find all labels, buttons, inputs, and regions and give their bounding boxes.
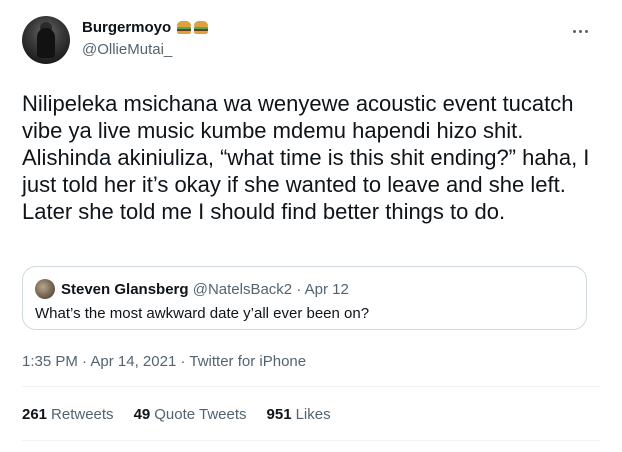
tweet-date: Apr 14, 2021 [90, 353, 177, 370]
avatar-figure-shape [37, 28, 55, 58]
author-name-row: Burgermoyo [82, 19, 209, 36]
divider [22, 440, 600, 441]
quoted-date: Apr 12 [304, 281, 349, 298]
quote-tweets-count: 49 [133, 406, 151, 423]
quoted-author-handle: @NatelsBack2 [192, 281, 293, 298]
retweets-label: Retweets [51, 406, 114, 423]
tweet-card: Burgermoyo @OllieMutai_ Nilipeleka msich… [0, 0, 622, 452]
more-options-icon[interactable] [569, 24, 591, 38]
burger-emoji-icon [194, 21, 209, 34]
likes-label: Likes [295, 406, 331, 423]
tweet-meta: 1:35 PM · Apr 14, 2021 · Twitter for iPh… [22, 353, 306, 370]
tweet-time-link[interactable]: 1:35 PM · Apr 14, 2021 [22, 353, 176, 370]
retweets-count: 261 [22, 406, 48, 423]
burger-emoji-icon [177, 21, 192, 34]
quote-tweets-label: Quote Tweets [154, 406, 247, 423]
quoted-separator: · [296, 281, 302, 298]
retweets-stat[interactable]: 261 Retweets [22, 406, 114, 423]
quoted-author-name: Steven Glansberg [61, 281, 189, 298]
tweet-time: 1:35 PM [22, 353, 78, 370]
tweet-text: Nilipeleka msichana wa wenyewe acoustic … [22, 91, 590, 224]
name-emojis [177, 21, 209, 34]
quoted-tweet-header: Steven Glansberg @NatelsBack2 · Apr 12 [61, 281, 349, 298]
author-avatar[interactable] [22, 16, 70, 64]
quoted-tweet[interactable]: Steven Glansberg @NatelsBack2 · Apr 12 W… [22, 266, 587, 330]
quote-tweets-stat[interactable]: 49 Quote Tweets [134, 406, 247, 423]
likes-stat[interactable]: 951 Likes [267, 406, 331, 423]
author-handle[interactable]: @OllieMutai_ [82, 41, 172, 58]
divider [22, 386, 600, 387]
quoted-author-avatar [35, 279, 55, 299]
tweet-source-link[interactable]: Twitter for iPhone [189, 353, 306, 370]
quoted-tweet-text: What’s the most awkward date y’all ever … [35, 305, 370, 322]
likes-count: 951 [266, 406, 292, 423]
meta-separator: · [82, 353, 88, 370]
author-display-name[interactable]: Burgermoyo [82, 19, 171, 36]
tweet-stats: 261 Retweets 49 Quote Tweets 951 Likes [22, 406, 331, 423]
meta-separator: · [180, 353, 186, 370]
